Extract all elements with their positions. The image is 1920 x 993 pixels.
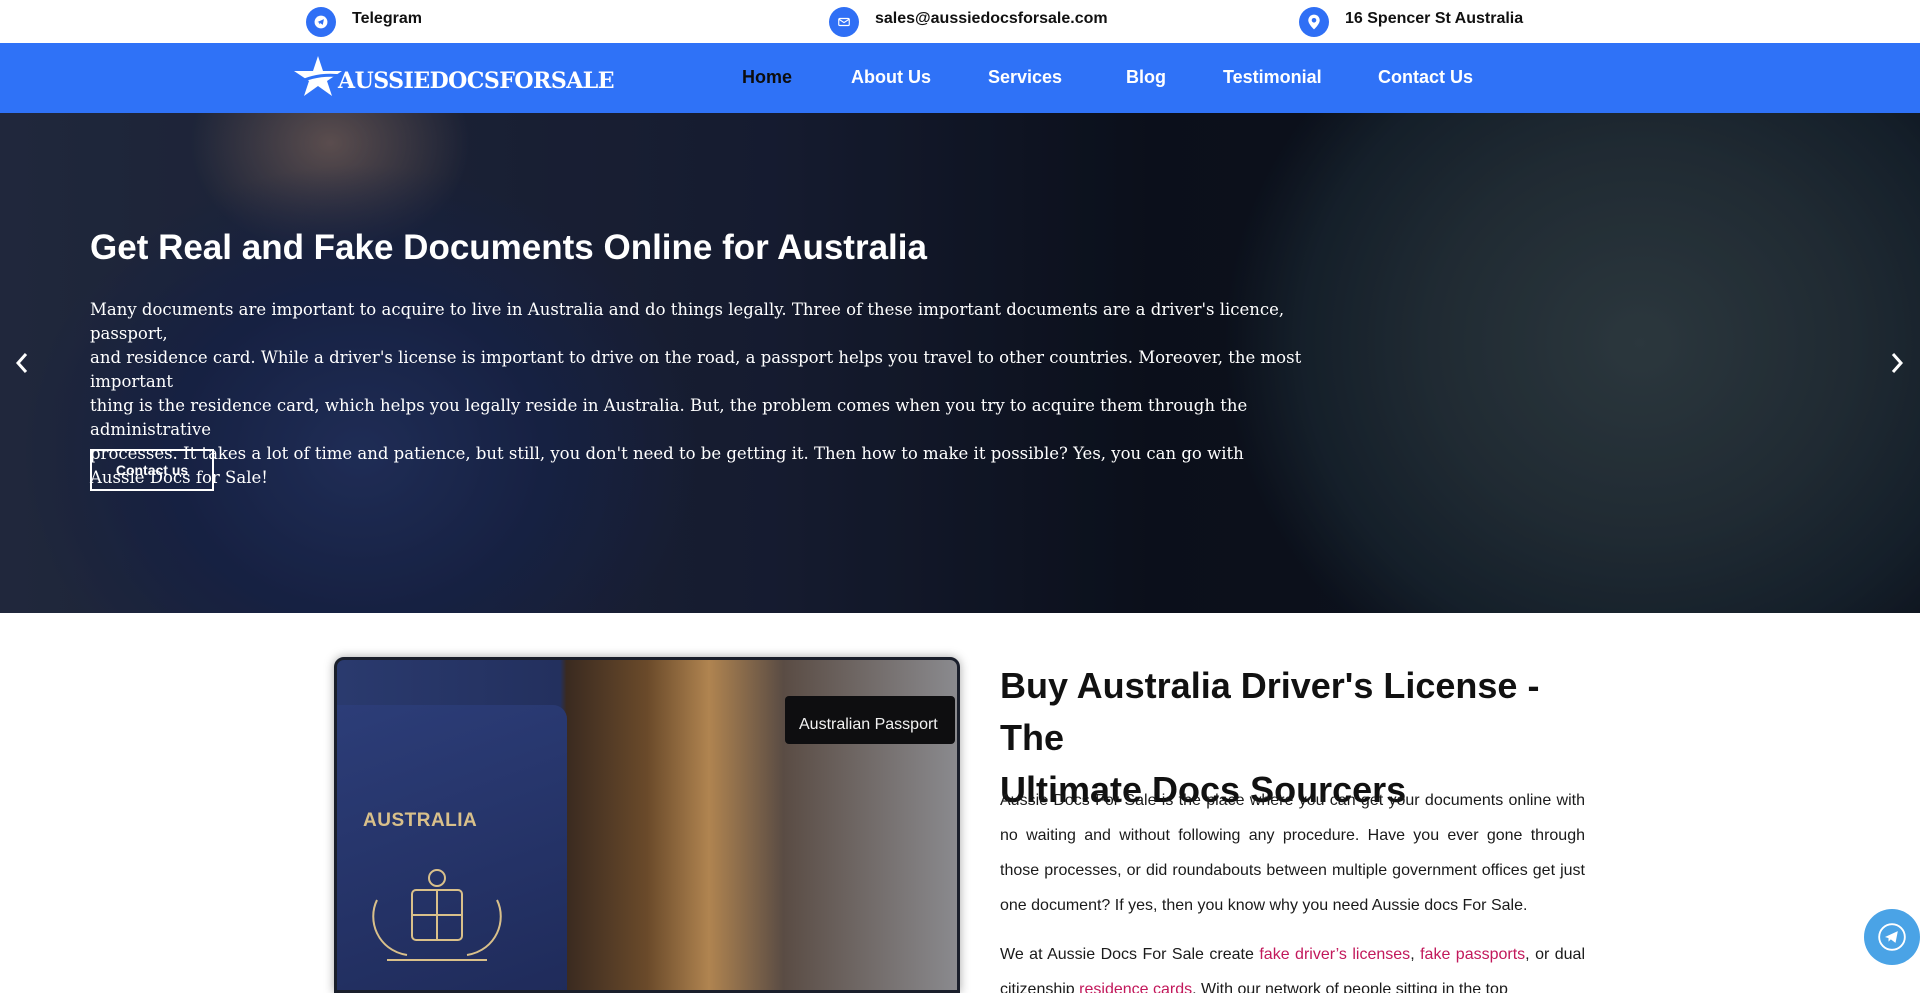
residence-cards-link[interactable]: residence cards	[1079, 981, 1192, 993]
nav-blog[interactable]: Blog	[1126, 67, 1166, 88]
email-label: sales@aussiedocsforsale.com	[875, 10, 1108, 27]
hero-text-line: Many documents are important to acquire …	[90, 300, 1285, 343]
hero-text-line: Aussie Docs for Sale!	[90, 468, 268, 487]
paragraph-text: ,	[1410, 946, 1421, 963]
email-contact[interactable]: sales@aussiedocsforsale.com	[829, 7, 1108, 37]
hero-description: Many documents are important to acquire …	[90, 298, 1330, 490]
nav-services[interactable]: Services	[988, 67, 1062, 88]
hero-slider: Get Real and Fake Documents Online for A…	[0, 113, 1920, 613]
coat-of-arms-icon	[372, 869, 502, 961]
passport-country-text: AUSTRALIA	[363, 810, 478, 831]
chevron-left-icon	[15, 353, 28, 373]
passport-sign: Australian Passport	[785, 696, 955, 744]
chevron-right-icon	[1891, 353, 1904, 373]
passport-photo: AUSTRALIA Australian Passport	[334, 657, 960, 993]
paragraph-text: We at Aussie Docs For Sale create	[1000, 946, 1260, 963]
floating-telegram-button[interactable]	[1864, 909, 1920, 965]
nav-contact-us[interactable]: Contact Us	[1378, 67, 1473, 88]
logo-text: AUSSIEDOCSFORSALE	[338, 68, 615, 94]
passport-illustration: AUSTRALIA	[337, 705, 567, 990]
nav-testimonial[interactable]: Testimonial	[1223, 67, 1322, 88]
star-logo-icon	[294, 56, 343, 96]
top-info-bar: Telegram sales@aussiedocsforsale.com 16 …	[0, 0, 1920, 43]
telegram-icon	[1878, 923, 1906, 951]
telegram-contact[interactable]: Telegram	[306, 7, 422, 37]
fake-passports-link[interactable]: fake passports	[1420, 946, 1525, 963]
section-title-line: Buy Australia Driver's License - The	[1000, 665, 1540, 758]
hero-text-line: processes. It takes a lot of time and pa…	[90, 444, 1244, 463]
paragraph-text: . With our network of people sitting in …	[1192, 981, 1508, 993]
nav-home[interactable]: Home	[742, 67, 792, 88]
fake-drivers-licenses-link[interactable]: fake driver’s licenses	[1259, 946, 1410, 963]
slider-next-button[interactable]	[1887, 350, 1907, 376]
slider-prev-button[interactable]	[12, 350, 32, 376]
services-paragraph: We at Aussie Docs For Sale create fake d…	[1000, 937, 1585, 993]
site-logo[interactable]: AUSSIEDOCSFORSALE	[292, 54, 615, 98]
hero-text-line: and residence card. While a driver's lic…	[90, 348, 1302, 391]
intro-paragraph: Aussie Docs For Sale is the place where …	[1000, 792, 1585, 914]
nav-about-us[interactable]: About Us	[851, 67, 931, 88]
hero-title: Get Real and Fake Documents Online for A…	[90, 228, 927, 267]
envelope-icon	[829, 7, 859, 37]
main-navbar: AUSSIEDOCSFORSALE Home About Us Services…	[0, 43, 1920, 113]
sign-text: Australian Passport	[799, 716, 938, 733]
telegram-label: Telegram	[352, 10, 422, 27]
hero-text-line: thing is the residence card, which helps…	[90, 396, 1248, 439]
address-contact: 16 Spencer St Australia	[1299, 7, 1523, 37]
location-pin-icon	[1299, 7, 1329, 37]
address-label: 16 Spencer St Australia	[1345, 10, 1524, 27]
telegram-icon	[306, 7, 336, 37]
contact-us-button[interactable]: Contact us	[90, 449, 214, 491]
